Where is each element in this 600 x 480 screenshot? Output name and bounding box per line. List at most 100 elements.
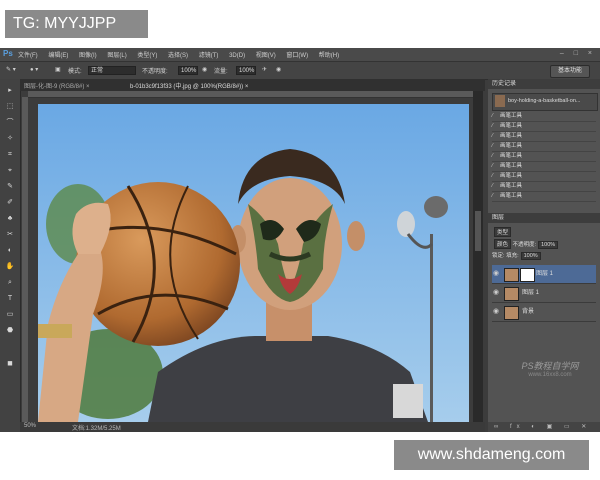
layer-kind-filter[interactable]: 类型 [492, 227, 512, 237]
menu-edit[interactable]: 编辑(E) [48, 53, 68, 59]
dodge-tool-icon[interactable]: ◐ [5, 247, 15, 255]
layers-panel-title[interactable]: 图层 [488, 213, 600, 223]
history-step[interactable]: ⁄ 画笔工具 [492, 112, 596, 122]
menu-items: 文件(F) 编辑(E) 图像(I) 图层(L) 类型(Y) 选择(S) 滤镜(T… [18, 50, 348, 59]
watermark-title: PS教程自学网 [521, 361, 579, 371]
pressure-opacity-icon[interactable]: ◉ [202, 66, 207, 73]
watermark-url: www.16xx8.com [528, 372, 572, 378]
hand-tool-icon[interactable]: ✋ [5, 263, 15, 271]
options-bar: ✎ ▾ ● ▾ ▣ 模式: 正常 不透明度: 100% ◉ 流量: 100% ✈… [0, 61, 600, 80]
document-canvas[interactable] [38, 104, 469, 422]
layer-name: 图层 1 [522, 290, 540, 296]
boy-basketball-photo [38, 104, 469, 422]
layer-name: 背景 [522, 309, 535, 315]
layer-opacity-input[interactable]: 100% [538, 241, 559, 249]
layer-blend-row: 颜色 不透明度: 100% [492, 239, 559, 249]
menu-3d[interactable]: 3D(D) [229, 53, 245, 59]
layers-footer-icons[interactable]: ∞ fx ◐ ▣ ▭ ✕ [488, 422, 600, 432]
menu-filter[interactable]: 滤镜(T) [199, 53, 219, 59]
history-step[interactable]: ⁄ 画笔工具 [492, 182, 596, 192]
visibility-eye-icon[interactable]: ◉ [493, 303, 501, 321]
zoom-tool-icon[interactable]: ⌕ [5, 279, 15, 287]
tools-panel: ▸ ⬚ ⌒ ✧ ⌗ ⌖ ✎ ✐ ♣ ✂ ◐ ✋ ⌕ T ▭ ⬣ ■ [0, 79, 21, 432]
lasso-tool-icon[interactable]: ⌒ [5, 119, 15, 127]
workspace-button[interactable]: 基本功能 [550, 65, 590, 78]
menu-select[interactable]: 选择(S) [168, 53, 188, 59]
history-step-label: 画笔工具 [500, 173, 523, 179]
layer-thumbnail [504, 287, 519, 301]
history-step[interactable]: ⁄ 画笔工具 [492, 192, 596, 202]
history-panel-title[interactable]: 历史记录 [488, 79, 600, 89]
brush-tool-icon[interactable]: ✐ [5, 199, 15, 207]
layer-thumbnail [504, 268, 519, 282]
canvas-vertical-scrollbar[interactable] [473, 91, 483, 422]
opacity-input[interactable]: 100% [178, 66, 198, 75]
window-controls[interactable]: – □ × [560, 50, 596, 57]
layer-row[interactable]: ◉ 图层 1 [492, 284, 596, 303]
layer-row[interactable]: ◉ 背景 [492, 303, 596, 322]
healing-tool-icon[interactable]: ✎ [5, 183, 15, 191]
marquee-tool-icon[interactable]: ⬚ [5, 103, 15, 111]
doc-tab-2[interactable]: b-01b3c9f13f33 (中.jpg @ 100%(RGB/8#)) × [130, 81, 248, 90]
eraser-tool-icon[interactable]: ✂ [5, 231, 15, 239]
pressure-size-icon[interactable]: ◉ [276, 66, 281, 73]
history-step-label: 画笔工具 [500, 193, 523, 199]
lock-label: 锁定: [492, 253, 505, 259]
visibility-eye-icon[interactable]: ◉ [493, 284, 501, 302]
history-step[interactable]: ⁄ 画笔工具 [492, 172, 596, 182]
type-tool-icon[interactable]: T [5, 295, 15, 303]
menu-window[interactable]: 窗口(W) [286, 53, 308, 59]
layer-blend-mode[interactable]: 颜色 [494, 239, 512, 249]
shape-tool-icon[interactable]: ⬣ [5, 327, 15, 335]
history-step[interactable]: ⁄ 画笔工具 [492, 122, 596, 132]
opacity-label: 不透明度: [142, 69, 168, 75]
scrollbar-thumb[interactable] [475, 211, 481, 251]
brush-preset-icon[interactable]: ✎ ▾ [6, 66, 16, 73]
brush-size-icon[interactable]: ● ▾ [30, 66, 38, 73]
history-step[interactable]: ⁄ 画笔工具 [492, 152, 596, 162]
crop-tool-icon[interactable]: ⌗ [5, 151, 15, 159]
mode-label: 模式: [68, 69, 82, 75]
layer-fill-input[interactable]: 100% [520, 252, 541, 260]
flow-input[interactable]: 100% [236, 66, 256, 75]
site-url-label: www.shdameng.com [394, 440, 589, 470]
history-snapshot[interactable]: boy-holding-a-basketball-on... [492, 93, 598, 111]
brush-step-icon: ⁄ [492, 153, 493, 159]
layer-mask-thumbnail[interactable] [520, 268, 535, 282]
history-step[interactable]: ⁄ 画笔工具 [492, 132, 596, 142]
brush-step-icon: ⁄ [492, 143, 493, 149]
color-swatches-icon[interactable]: ■ [5, 359, 15, 368]
history-step[interactable]: ⁄ 画笔工具 [492, 162, 596, 172]
history-step-label: 画笔工具 [500, 163, 523, 169]
layer-name: 图层 1 [536, 271, 554, 277]
menu-view[interactable]: 视图(V) [256, 53, 276, 59]
clone-stamp-tool-icon[interactable]: ♣ [5, 215, 15, 223]
eyedropper-tool-icon[interactable]: ⌖ [5, 167, 15, 175]
quick-select-tool-icon[interactable]: ✧ [5, 135, 15, 143]
brush-panel-icon[interactable]: ▣ [55, 66, 61, 73]
menu-layer[interactable]: 图层(L) [107, 53, 126, 59]
menu-bar: Ps 文件(F) 编辑(E) 图像(I) 图层(L) 类型(Y) 选择(S) 滤… [0, 48, 600, 61]
history-step[interactable]: ⁄ 画笔工具 [492, 142, 596, 152]
history-step-label: 画笔工具 [500, 113, 523, 119]
menu-image[interactable]: 图像(I) [79, 53, 97, 59]
app-logo: Ps [3, 49, 13, 58]
menu-help[interactable]: 帮助(H) [319, 53, 339, 59]
zoom-level[interactable]: 50% [24, 423, 36, 429]
airbrush-icon[interactable]: ✈ [262, 66, 267, 73]
layer-row-selected[interactable]: ◉ 图层 1 [492, 265, 596, 284]
history-step-label: 画笔工具 [500, 123, 523, 129]
layer-kind-select[interactable]: 类型 [494, 227, 512, 237]
history-step-label: 画笔工具 [500, 143, 523, 149]
snapshot-label: boy-holding-a-basketball-on... [508, 98, 581, 104]
rectangle-tool-icon[interactable]: ▭ [5, 311, 15, 319]
channel-tag: TG: MYYJJPP [5, 10, 148, 38]
move-tool-icon[interactable]: ▸ [5, 87, 15, 95]
menu-file[interactable]: 文件(F) [18, 53, 38, 59]
menu-type[interactable]: 类型(Y) [137, 53, 157, 59]
horizontal-ruler [28, 91, 473, 98]
doc-tab-1[interactable]: 图层-化-图-9 (RGB/8#) × [24, 81, 90, 90]
layer-lock-row: 锁定: 填充: 100% [492, 251, 541, 260]
visibility-eye-icon[interactable]: ◉ [493, 265, 501, 283]
mode-select[interactable]: 正常 [88, 66, 136, 75]
